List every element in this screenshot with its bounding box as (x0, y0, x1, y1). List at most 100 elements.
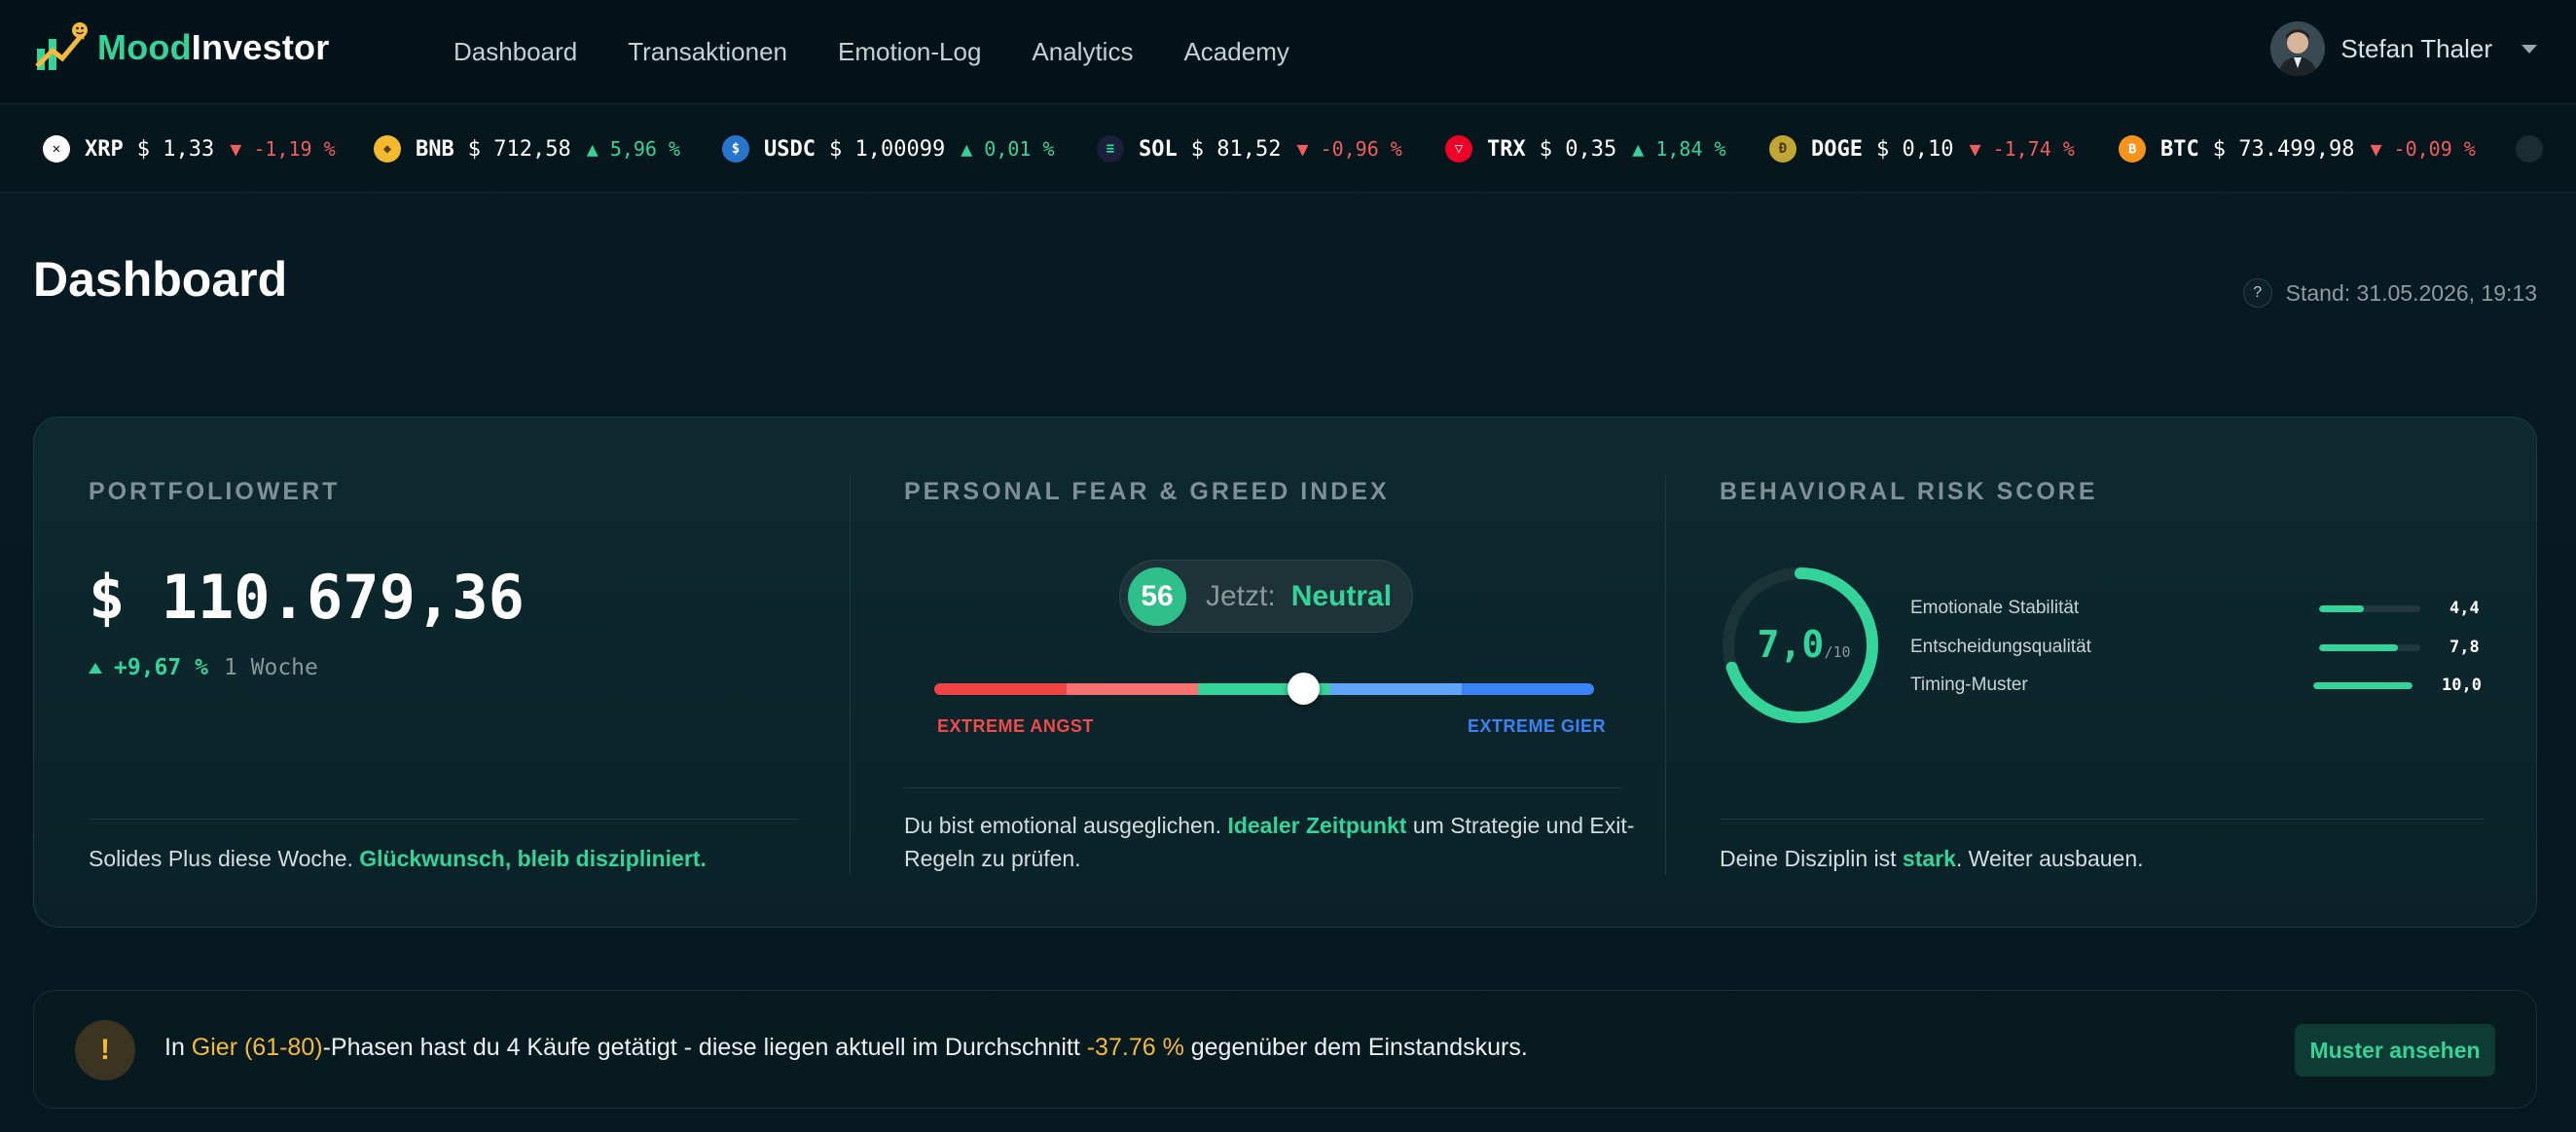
fear-greed-value: 56 (1128, 566, 1186, 626)
view-pattern-button[interactable]: Muster ansehen (2295, 1024, 2495, 1077)
nav-dashboard[interactable]: Dashboard (454, 37, 577, 67)
help-icon[interactable]: ? (2242, 278, 2272, 308)
alert-percent: -37.76 % (1086, 1034, 1184, 1061)
ticker-change: ▼ -1,19 % (230, 137, 336, 161)
fear-greed-current-pill: 56 Jetzt: Neutral (1119, 560, 1413, 633)
warning-icon: ! (75, 1020, 135, 1080)
chevron-down-icon[interactable] (2522, 44, 2537, 54)
ticker-price: $ 1,33 (136, 136, 215, 162)
risk-metric-fill (2319, 604, 2364, 612)
ticker-change: ▼ -1,74 % (1969, 137, 2075, 161)
ticker-symbol: TRX (1487, 136, 1526, 162)
ticker-item[interactable] (2516, 105, 2558, 192)
avatar[interactable] (2270, 21, 2326, 76)
portfolio-value: $ 110.679,36 (89, 562, 525, 633)
risk-metric-row: Entscheidungsqualität 7,8 (1910, 637, 2482, 658)
risk-score-value: 7,0 (1758, 623, 1825, 666)
sol-icon: ≡ (1097, 135, 1124, 163)
nav-academy[interactable]: Academy (1183, 37, 1288, 67)
risk-score-ring: 7,0 /10 (1723, 567, 1878, 723)
portfolio-section: PORTFOLIOWERT $ 110.679,36 +9,67 % 1 Woc… (34, 418, 850, 929)
ticker-item[interactable]: $ USDC $ 1,00099 ▲ 0,01 % (722, 105, 1055, 192)
ticker-price: $ 1,00099 (828, 136, 946, 162)
risk-metric-label: Timing-Muster (1910, 675, 2028, 695)
risk-metric-value: 7,8 (2449, 638, 2480, 657)
user-name: Stefan Thaler (2340, 33, 2492, 63)
main-nav: Dashboard Transaktionen Emotion-Log Anal… (454, 0, 1340, 104)
nav-transaktionen[interactable]: Transaktionen (628, 37, 787, 67)
ticker-price: $ 81,52 (1190, 136, 1282, 162)
nav-analytics[interactable]: Analytics (1032, 37, 1133, 67)
ticker-item[interactable]: ≡ SOL $ 81,52 ▼ -0,96 % (1097, 105, 1402, 192)
ticker-price: $ 0,35 (1539, 136, 1617, 162)
trx-icon: ▽ (1445, 135, 1472, 163)
user-menu[interactable]: Stefan Thaler (2270, 21, 2537, 76)
scale-label-extreme-greed: EXTREME GIER (1468, 716, 1607, 736)
portfolio-change-period: 1 Woche (223, 655, 318, 680)
ticker-item[interactable]: ✕ XRP $ 1,33 ▼ -1,19 % (43, 105, 336, 192)
ticker-item[interactable]: Ð DOGE $ 0,10 ▼ -1,74 % (1769, 105, 2075, 192)
doge-icon: Ð (1769, 135, 1796, 163)
behavior-alert: ! In Gier (61-80)-Phasen hast du 4 Käufe… (33, 990, 2537, 1109)
ticker-price: $ 0,10 (1875, 136, 1954, 162)
alert-message: In Gier (61-80)-Phasen hast du 4 Käufe g… (164, 1034, 1528, 1061)
risk-metric-row: Timing-Muster 10,0 (1910, 675, 2482, 696)
page-title: Dashboard (33, 252, 288, 307)
triangle-up-icon (89, 662, 102, 674)
logo-text-investor: Investor (191, 27, 330, 67)
ticker-change: ▲ 1,84 % (1632, 137, 1726, 161)
risk-label: BEHAVIORAL RISK SCORE (1720, 478, 2098, 505)
nav-emotion-log[interactable]: Emotion-Log (838, 37, 981, 67)
ticker-symbol: BNB (416, 136, 454, 162)
usdc-icon: $ (722, 135, 749, 163)
fear-greed-scale (934, 683, 1594, 695)
top-navbar: MoodInvestor Dashboard Transaktionen Emo… (0, 0, 2576, 104)
logo-chart-icon (35, 22, 88, 70)
scale-segment-extreme-fear (934, 683, 1067, 695)
ticker-change: ▲ 0,01 % (961, 137, 1055, 161)
risk-metric-row: Emotionale Stabilität 4,4 (1910, 598, 2482, 619)
ticker-change: ▼ -0,09 % (2370, 137, 2476, 161)
crypto-ticker: ✕ XRP $ 1,33 ▼ -1,19 % ◆ BNB $ 712,58 ▲ … (0, 105, 2576, 193)
ticker-symbol: USDC (764, 136, 816, 162)
fear-greed-state: Neutral (1290, 579, 1393, 612)
scale-segment-fear (1066, 683, 1199, 695)
ticker-price: $ 712,58 (467, 136, 571, 162)
fear-greed-now-label: Jetzt: (1206, 579, 1276, 612)
risk-metric-value: 10,0 (2442, 676, 2482, 695)
xrp-icon: ✕ (43, 135, 70, 163)
portfolio-change: +9,67 % 1 Woche (89, 655, 318, 680)
risk-footer: Deine Disziplin ist stark. Weiter ausbau… (1720, 846, 2144, 871)
risk-metric-label: Entscheidungsqualität (1910, 637, 2091, 657)
ticker-symbol: DOGE (1811, 136, 1863, 162)
logo-text-mood: Mood (97, 27, 192, 67)
fear-greed-footer: Du bist emotional ausgeglichen. Idealer … (904, 813, 1635, 871)
scale-segment-extreme-greed (1462, 683, 1594, 695)
portfolio-footer: Solides Plus diese Woche. Glückwunsch, b… (89, 846, 707, 871)
risk-metric-label: Emotionale Stabilität (1910, 598, 2080, 618)
fear-greed-footer-highlight: Idealer Zeitpunkt (1227, 813, 1407, 838)
risk-score-suffix: /10 (1824, 643, 1850, 661)
divider (904, 787, 1622, 788)
ticker-symbol: BTC (2160, 136, 2199, 162)
btc-icon: ₿ (2119, 135, 2146, 163)
risk-footer-highlight: stark (1902, 846, 1956, 871)
bnb-icon: ◆ (374, 135, 401, 163)
ticker-item[interactable]: ▽ TRX $ 0,35 ▲ 1,84 % (1445, 105, 1726, 192)
divider (1720, 819, 2484, 820)
ticker-price: $ 73.499,98 (2212, 136, 2355, 162)
brand-logo[interactable]: MoodInvestor (35, 21, 329, 74)
risk-metric-value: 4,4 (2449, 599, 2480, 618)
portfolio-footer-highlight: Glückwunsch, bleib diszipliniert. (359, 846, 707, 871)
ticker-change: ▲ 5,96 % (586, 137, 681, 161)
risk-metric-fill (2319, 643, 2399, 651)
risk-metric-bar (2319, 643, 2420, 651)
ticker-symbol: XRP (85, 136, 124, 162)
summary-card: PORTFOLIOWERT $ 110.679,36 +9,67 % 1 Woc… (33, 417, 2537, 928)
portfolio-label: PORTFOLIOWERT (89, 478, 341, 505)
last-updated: ? Stand: 31.05.2026, 19:13 (2242, 278, 2537, 308)
ticker-symbol: SOL (1139, 136, 1178, 162)
ticker-item[interactable]: ◆ BNB $ 712,58 ▲ 5,96 % (374, 105, 681, 192)
ticker-item[interactable]: ₿ BTC $ 73.499,98 ▼ -0,09 % (2119, 105, 2476, 192)
divider (89, 819, 799, 820)
